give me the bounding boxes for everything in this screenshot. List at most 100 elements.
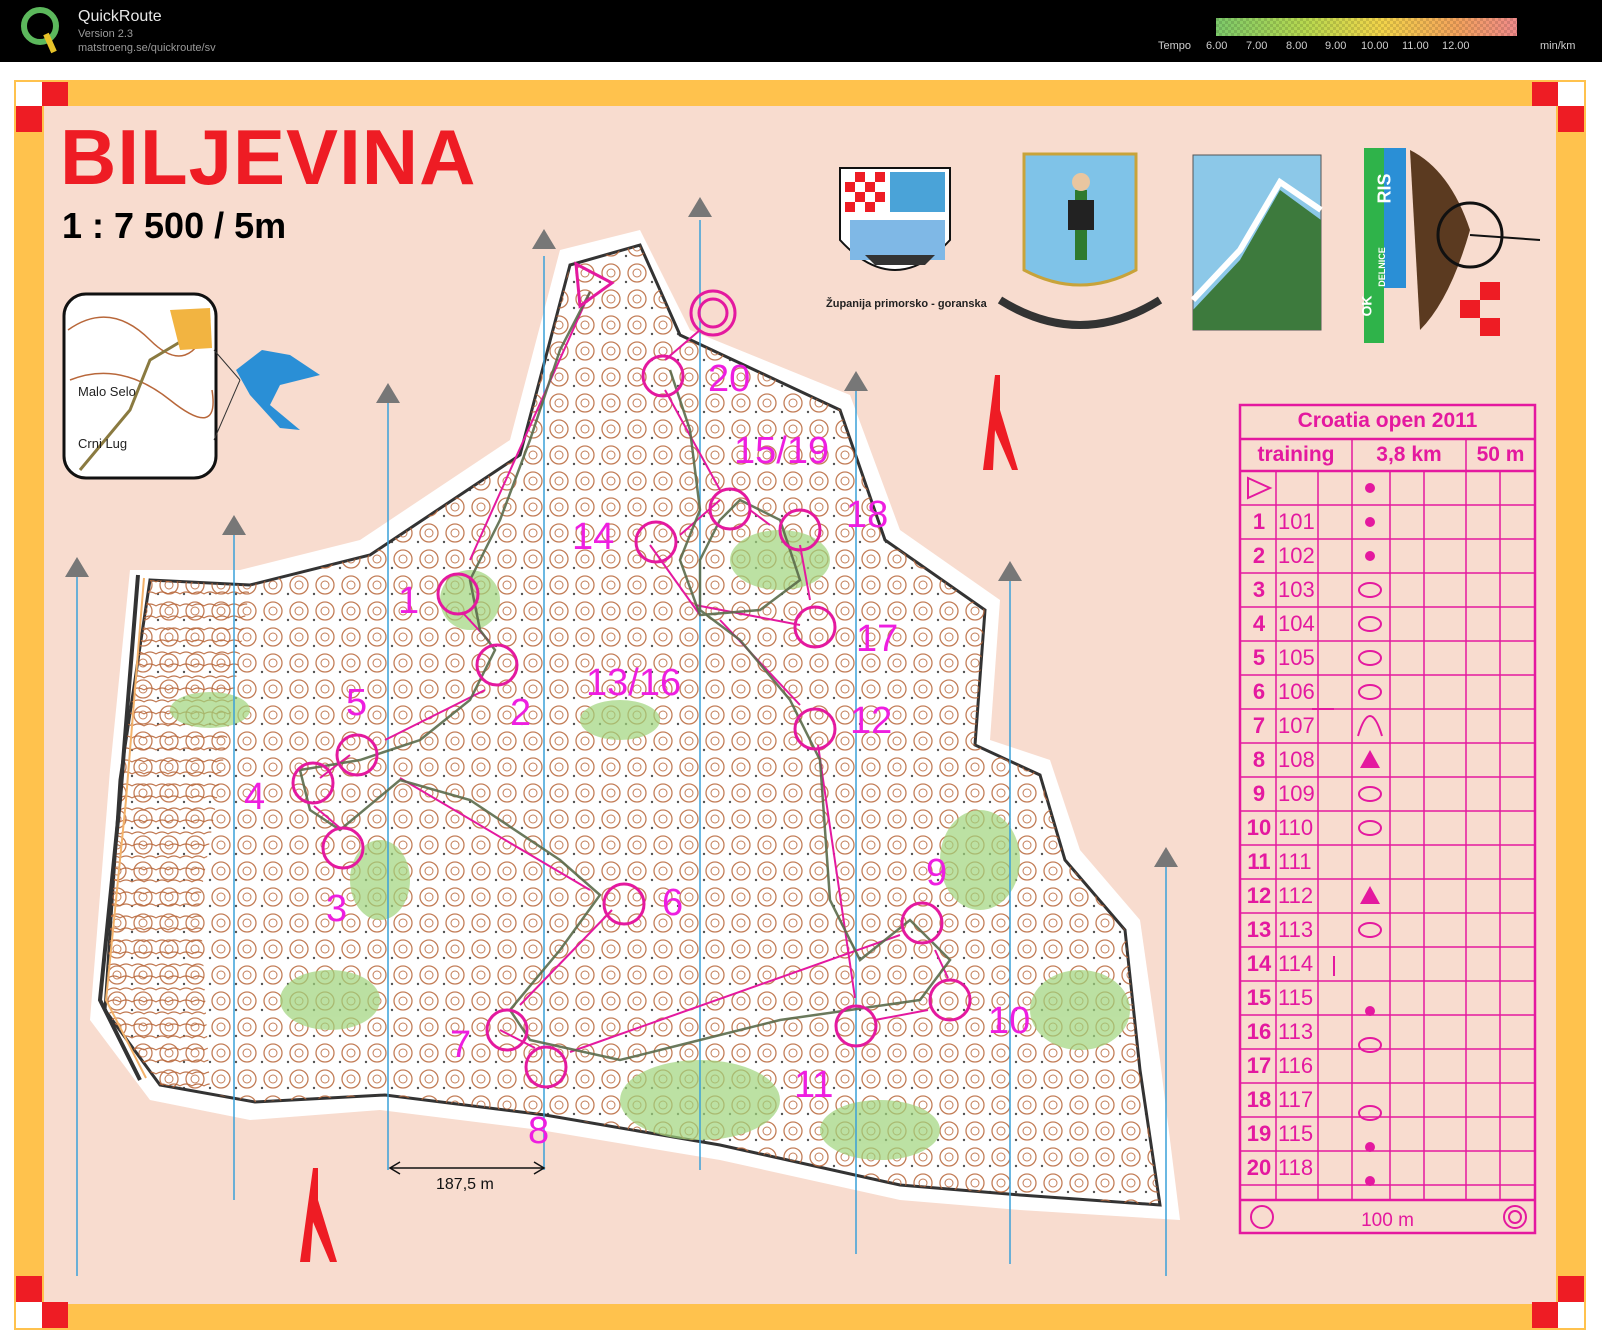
tempo-tick: 9.00 <box>1325 40 1347 52</box>
club-logo-delnice: DELNICE <box>1376 247 1387 287</box>
control-label: 4 <box>244 776 266 818</box>
corner-mark <box>16 1302 42 1328</box>
control-code: 112 <box>1278 883 1314 908</box>
course-row: 5 105 <box>1240 641 1535 675</box>
inset-label-malo-selo: Malo Selo <box>78 384 136 399</box>
control-code: 105 <box>1278 645 1315 670</box>
course-row: 8 108 <box>1240 743 1535 777</box>
course-row: 3 103 <box>1240 573 1535 607</box>
control-number: 14 <box>1246 951 1272 976</box>
control-label: 8 <box>528 1110 550 1152</box>
control-label: 15/19 <box>734 430 830 472</box>
control-code: 106 <box>1278 679 1315 704</box>
course-row: 13 113 <box>1240 913 1535 947</box>
control-number: 11 <box>1247 849 1271 874</box>
control-number: 8 <box>1252 747 1266 772</box>
club-logo-ris: RIS <box>1374 173 1395 204</box>
control-code: 115 <box>1278 1121 1314 1146</box>
tempo-color-scale <box>1216 18 1517 36</box>
course-row: 16 113 <box>1240 1015 1535 1049</box>
control-code: 116 <box>1278 1053 1314 1078</box>
finish-distance: 100 m <box>1361 1210 1414 1231</box>
control-code: 108 <box>1278 747 1315 772</box>
control-code: 110 <box>1278 815 1314 840</box>
control-label: 11 <box>794 1064 834 1106</box>
tempo-unit: min/km <box>1540 40 1576 52</box>
county-coat-of-arms-logo <box>839 167 951 271</box>
control-code: 115 <box>1278 985 1314 1010</box>
club-logo-ok: OK <box>1358 295 1375 317</box>
control-number: 6 <box>1252 679 1266 704</box>
mountain-logo <box>1190 154 1323 331</box>
course-length: 3,8 km <box>1376 443 1442 466</box>
scalebar-label: 187,5 m <box>436 1176 494 1193</box>
control-number: 1 <box>1252 509 1266 534</box>
control-code: 107 <box>1278 713 1315 738</box>
tempo-labels: Tempo 6.00 7.00 8.00 9.00 10.00 11.00 12… <box>1158 40 1598 54</box>
corner-mark <box>16 82 42 106</box>
control-label: 20 <box>708 358 751 400</box>
quickroute-logo-icon <box>21 7 59 54</box>
course-title: Croatia open 2011 <box>1297 409 1478 432</box>
control-code: 114 <box>1278 951 1314 976</box>
control-code: 118 <box>1278 1155 1314 1180</box>
control-number: 18 <box>1246 1087 1272 1112</box>
title-bar: QuickRoute Version 2.3 matstroeng.se/qui… <box>0 0 1602 62</box>
tempo-tick: 11.00 <box>1402 40 1429 52</box>
map-title: BILJEVINA <box>60 113 477 201</box>
app-version: Version 2.3 <box>78 28 134 40</box>
control-number: 2 <box>1252 543 1266 568</box>
control-number: 3 <box>1252 577 1266 602</box>
control-label: 17 <box>856 618 899 660</box>
county-logo-text: Županija primorsko - goranska <box>826 298 987 310</box>
control-number: 12 <box>1246 883 1272 908</box>
tempo-tick: 6.00 <box>1206 40 1228 52</box>
course-climb: 50 m <box>1476 443 1525 466</box>
app-url[interactable]: matstroeng.se/quickroute/sv <box>78 42 216 54</box>
tempo-tick: 10.00 <box>1361 40 1389 52</box>
control-code: 101 <box>1278 509 1315 534</box>
course-row: 2 102 <box>1240 539 1535 573</box>
course-row: 15 115 <box>1240 981 1535 1015</box>
control-code: 102 <box>1278 543 1315 568</box>
control-number: 9 <box>1252 781 1266 806</box>
control-code: 117 <box>1278 1087 1314 1112</box>
control-label: 5 <box>346 682 368 724</box>
course-row: 6 106 <box>1240 675 1535 709</box>
control-number: 10 <box>1246 815 1272 840</box>
control-label: 9 <box>926 852 948 894</box>
course-row: 20 118 <box>1240 1151 1535 1185</box>
control-label: 13/16 <box>586 662 682 704</box>
tempo-label: Tempo <box>1158 40 1192 52</box>
control-number: 4 <box>1252 611 1266 636</box>
control-number: 20 <box>1246 1155 1272 1180</box>
app-name: QuickRoute <box>78 8 162 25</box>
control-number: 19 <box>1246 1121 1272 1146</box>
course-row: 9 109 <box>1240 777 1535 811</box>
course-row: 7 107 <box>1240 709 1535 743</box>
control-code: 113 <box>1278 1019 1314 1044</box>
course-row: 10 110 <box>1240 811 1535 845</box>
course-class: training <box>1257 443 1335 466</box>
course-row: 14 114 <box>1240 947 1535 981</box>
control-number: 16 <box>1246 1019 1272 1044</box>
control-code: 104 <box>1278 611 1315 636</box>
control-number: 13 <box>1246 917 1272 942</box>
course-row: 12 112 <box>1240 879 1535 913</box>
control-label: 3 <box>326 888 348 930</box>
course-row: 19 115 <box>1240 1117 1535 1151</box>
course-row: 18 117 <box>1240 1083 1535 1117</box>
control-label: 12 <box>850 700 893 742</box>
control-label: 2 <box>510 692 532 734</box>
control-label: 14 <box>572 516 615 558</box>
course-row: 11 111 <box>1240 845 1535 879</box>
control-label: 1 <box>398 580 420 622</box>
tempo-tick: 7.00 <box>1246 40 1268 52</box>
corner-mark <box>1558 82 1584 106</box>
control-label: 7 <box>450 1024 472 1066</box>
control-number: 15 <box>1246 985 1272 1010</box>
control-code: 109 <box>1278 781 1315 806</box>
control-label: 6 <box>662 882 684 924</box>
control-code: 113 <box>1278 917 1314 942</box>
tempo-tick: 8.00 <box>1286 40 1308 52</box>
